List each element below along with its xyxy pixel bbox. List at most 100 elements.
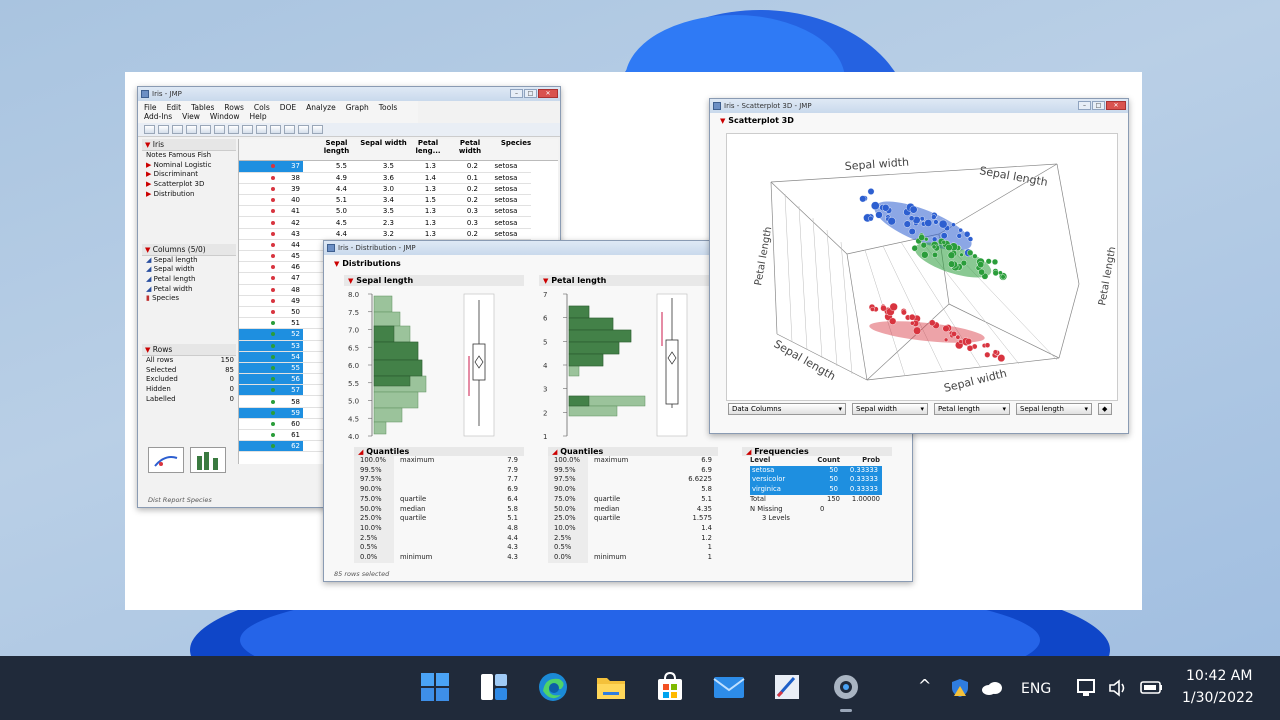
minimize-button[interactable]: – [1078,101,1091,110]
save-icon[interactable] [172,125,183,134]
menu-cols[interactable]: Cols [254,103,270,112]
menu-add-ins[interactable]: Add-Ins [144,112,172,121]
column-sepal-length[interactable]: ◢ Sepal length [142,256,236,266]
minimize-button[interactable]: – [510,89,523,98]
petal-length-header[interactable]: ▼ Petal length [539,275,709,286]
maximize-button[interactable]: □ [524,89,537,98]
script-scatterplot-3d[interactable]: ▶ Scatterplot 3D [142,180,236,190]
table-row[interactable]: 41 5.0 3.5 1.3 0.3 setosa [239,205,531,218]
language-indicator[interactable]: ENG [1021,681,1051,697]
column-petal-width[interactable]: ◢ Petal width [142,285,236,295]
table-panel-header[interactable]: ▼ Iris [142,139,236,151]
menu-graph[interactable]: Graph [346,103,369,112]
paste-icon[interactable] [228,125,239,134]
z-axis-column-dropdown[interactable]: Sepal length ▾ [1016,403,1092,415]
file-explorer-icon[interactable] [594,670,628,704]
menu-tables[interactable]: Tables [191,103,214,112]
menu-rows[interactable]: Rows [224,103,244,112]
table-row[interactable]: 37 5.5 3.5 1.3 0.2 setosa [239,161,531,173]
axis-tick-label: 4.0 [348,433,359,441]
col-header-sepal-length[interactable]: Sepal length [313,139,360,160]
grid-icon[interactable] [270,125,281,134]
table-row[interactable]: 43 4.4 3.2 1.3 0.2 setosa [239,228,531,240]
menu-window[interactable]: Window [210,112,240,121]
columns-panel-header[interactable]: ▼ Columns (5/0) [142,243,236,256]
table-row[interactable]: 38 4.9 3.6 1.4 0.1 setosa [239,172,531,184]
menu-help[interactable]: Help [250,112,267,121]
column-petal-length[interactable]: ◢ Petal length [142,275,236,285]
clock-date[interactable]: 1/30/2022 [1182,690,1254,706]
col-header-sepal-width[interactable]: Sepal width [360,139,407,160]
show-hidden-icons-chevron[interactable]: ^ [918,676,931,695]
add-axis-button[interactable]: ◆ [1098,403,1112,415]
onedrive-icon[interactable] [981,680,1003,700]
versicolor-point [977,261,985,269]
settings-icon[interactable] [829,670,863,704]
col-header-petal-width[interactable]: Petal width [449,139,491,160]
clock-time[interactable]: 10:42 AM [1186,668,1252,684]
table-row[interactable]: 40 5.1 3.4 1.5 0.2 setosa [239,194,531,207]
petal-quantiles-header[interactable]: ◢ Quantiles [548,447,718,456]
new-table-icon[interactable] [144,125,155,134]
cut-icon[interactable] [200,125,211,134]
setosa-point [984,342,991,348]
run-icon[interactable] [312,125,323,134]
window-titlebar[interactable]: Iris - JMP – □ ✕ [138,87,560,101]
data-columns-dropdown[interactable]: Data Columns ▾ [728,403,846,415]
grid-line [812,217,823,359]
menu-edit[interactable]: Edit [167,103,182,112]
battery-icon[interactable] [1140,680,1164,700]
menu-view[interactable]: View [182,112,200,121]
report-thumbnail[interactable] [148,447,184,473]
report-thumbnail[interactable] [190,447,226,473]
column-species[interactable]: ▮ Species [142,294,236,304]
widgets-icon[interactable] [477,670,511,704]
column-sepal-width[interactable]: ◢ Sepal width [142,265,236,275]
frequency-row[interactable]: virginica 50 0.33333 [750,485,882,495]
chart-icon[interactable] [284,125,295,134]
table-row[interactable]: 39 4.4 3.0 1.3 0.2 setosa [239,183,531,196]
scatterplot-3d-canvas[interactable]: Sepal width Sepal length Petal length Pe… [727,134,1119,402]
col-header-species[interactable]: Species [491,139,541,160]
maximize-button[interactable]: □ [1092,101,1105,110]
menu-file[interactable]: File [144,103,157,112]
table-icon[interactable] [256,125,267,134]
edge-icon[interactable] [536,670,570,704]
scatterplot-3d-header[interactable]: ▼ Scatterplot 3D [710,113,1128,128]
frequency-row[interactable]: setosa 50 0.33333 [750,465,882,476]
folder-icon[interactable] [242,125,253,134]
scatterplot-3d-window[interactable]: Iris - Scatterplot 3D - JMP – □ ✕ ▼ Scat… [709,98,1129,434]
sepal-quantiles-header[interactable]: ◢ Quantiles [354,447,524,456]
close-button[interactable]: ✕ [1106,101,1126,110]
script-distribution[interactable]: ▶ Distribution [142,190,236,200]
security-icon[interactable] [950,678,970,702]
selected-histogram-bar [568,305,590,319]
close-button[interactable]: ✕ [538,89,558,98]
paint-icon[interactable] [770,670,804,704]
menu-doe[interactable]: DOE [280,103,296,112]
col-header-petal-length[interactable]: Petal leng... [407,139,449,160]
sepal-length-header[interactable]: ▼ Sepal length [344,275,524,286]
script-discriminant[interactable]: ▶ Discriminant [142,170,236,180]
copy-icon[interactable] [214,125,225,134]
frequency-row[interactable]: versicolor 50 0.33333 [750,475,882,486]
network-icon[interactable] [1076,678,1098,702]
menu-tools[interactable]: Tools [379,103,397,112]
setosa-point [900,309,907,316]
store-icon[interactable] [653,670,687,704]
window-titlebar[interactable]: Iris - Scatterplot 3D - JMP – □ ✕ [710,99,1128,113]
start-icon[interactable] [418,670,452,704]
rows-panel-header[interactable]: ▼ Rows [142,344,236,357]
script-icon[interactable] [298,125,309,134]
y-axis-column-dropdown[interactable]: Petal length ▾ [934,403,1010,415]
mail-icon[interactable] [712,670,746,704]
open-icon[interactable] [158,125,169,134]
print-icon[interactable] [186,125,197,134]
x-axis-column-dropdown[interactable]: Sepal width ▾ [852,403,928,415]
script-nominal-logistic[interactable]: ▶ Nominal Logistic [142,161,236,171]
menu-analyze[interactable]: Analyze [306,103,336,112]
table-row[interactable]: 42 4.5 2.3 1.3 0.3 setosa [239,216,531,229]
setosa-point [955,334,961,340]
frequencies-header[interactable]: ◢ Frequencies [742,447,892,456]
volume-icon[interactable] [1108,678,1130,702]
